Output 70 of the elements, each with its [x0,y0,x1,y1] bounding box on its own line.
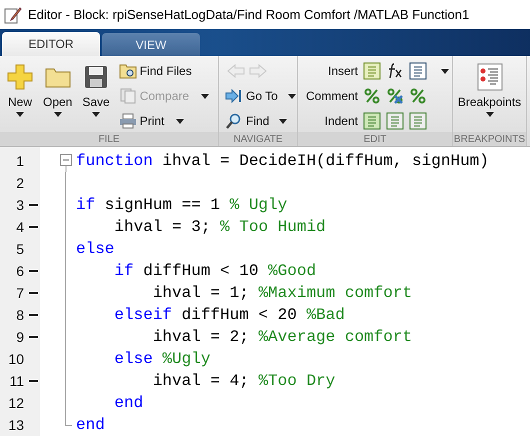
section-label: BREAKPOINTS [453,132,526,146]
code-line: if signHum == 1 % Ugly [76,195,288,216]
breakpoint-dash-icon[interactable] [29,292,38,294]
breakpoint-dash-icon[interactable] [29,380,38,382]
window-title: Editor - Block: rpiSenseHatLogData/Find Room Comfort /MATLAB Function1 [28,7,470,22]
line-number: 9 [15,329,24,345]
printer-icon [118,113,137,129]
fx-icon [386,62,404,80]
smart-indent-icon [363,112,381,130]
line-number: 10 [7,351,24,367]
line-number: 12 [7,395,24,411]
plus-icon [7,64,33,90]
breakpoint-dash-icon[interactable] [29,204,38,206]
code-line: ihval = 1; %Maximum comfort [152,283,414,304]
ribbon-tab[interactable]: VIEW [102,33,200,56]
ribbon-button[interactable]: Print [116,110,212,132]
folder-search-icon [118,63,137,79]
search-icon [225,113,243,129]
code-line: else %Ugly [113,349,212,370]
code-line: function ihval = DecideIH(diffHum, signHum) [76,151,490,172]
line-number: 1 [15,153,24,169]
ribbon-button[interactable]: Find Files [116,60,212,82]
ribbon-tab[interactable]: EDITOR [2,32,100,56]
section-label: FILE [0,132,218,146]
ribbon-button[interactable]: Save [79,60,113,132]
line-number: 6 [15,263,24,279]
breakpoint-dash-icon[interactable] [29,336,38,338]
line-number: 2 [15,175,24,191]
code-line: end [76,415,106,436]
uncomment-icon [386,87,404,105]
wrap-comment-icon [409,87,427,105]
forward-arrow-icon[interactable] [249,64,267,78]
code-line: ihval = 4; %Too Dry [152,371,336,392]
notepad-pencil-icon [4,6,22,24]
decrease-indent-icon [409,112,427,130]
breakpoint-dash-icon[interactable] [29,314,38,316]
section-label: EDIT [298,132,452,146]
increase-indent-icon [386,112,404,130]
edit-row-label: Comment [304,89,358,103]
code-line: end [113,393,144,414]
fi-block-icon [409,62,427,80]
ribbon-button[interactable]: Go To [223,85,298,107]
code-line: else [76,239,116,260]
percent-icon [363,87,381,105]
ribbon-button[interactable]: Open [40,60,76,132]
line-number: 3 [15,197,24,213]
insert-text-icon [363,62,381,80]
line-number: 11 [8,373,24,389]
line-number: 13 [7,417,24,433]
ribbon-button[interactable]: Breakpoints [454,60,524,132]
line-number: 7 [15,285,24,301]
breakpoint-dash-icon[interactable] [29,270,38,272]
breakpoint-dash-icon[interactable] [29,226,38,228]
edit-row-label: Insert [326,64,358,78]
folder-icon [44,66,71,88]
ribbon-button[interactable]: Find [223,110,298,132]
edit-row-label: Indent [324,114,358,128]
ribbon-button[interactable]: New [4,60,36,132]
code-line: ihval = 3; % Too Humid [113,217,327,238]
documents-icon [118,88,137,104]
code-line: if diffHum < 10 %Good [113,261,318,282]
code-line: elseif diffHum < 20 %Bad [113,305,346,326]
code-line: ihval = 2; %Average comfort [152,327,414,348]
breakpoints-list-icon [476,63,502,91]
section-label: NAVIGATE [219,132,297,146]
go-to-arrow-icon [225,88,243,104]
line-number: 4 [15,219,24,235]
line-number: 5 [15,241,24,257]
line-number: 8 [15,307,24,323]
fold-collapse-icon[interactable] [60,154,72,172]
